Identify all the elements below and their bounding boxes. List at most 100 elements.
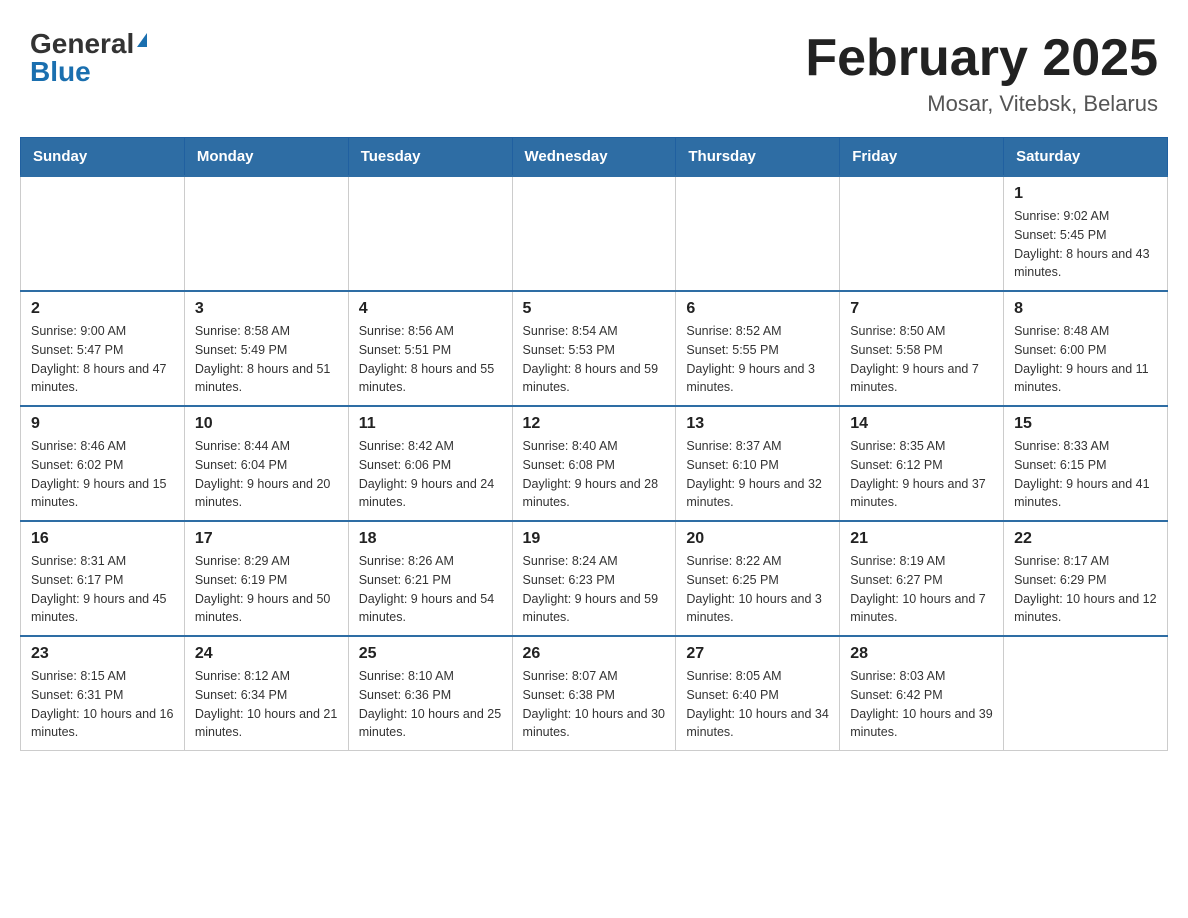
day-number: 2 — [31, 300, 174, 318]
day-number: 17 — [195, 530, 338, 548]
day-info: Sunrise: 8:35 AM Sunset: 6:12 PM Dayligh… — [850, 437, 993, 512]
day-number: 6 — [686, 300, 829, 318]
day-cell: 21 Sunrise: 8:19 AM Sunset: 6:27 PM Dayli… — [840, 521, 1004, 636]
day-cell: 14 Sunrise: 8:35 AM Sunset: 6:12 PM Dayli… — [840, 406, 1004, 521]
day-cell: 5 Sunrise: 8:54 AM Sunset: 5:53 PM Daylig… — [512, 291, 676, 406]
day-number: 5 — [523, 300, 666, 318]
day-cell — [1004, 636, 1168, 751]
day-cell: 3 Sunrise: 8:58 AM Sunset: 5:49 PM Daylig… — [184, 291, 348, 406]
day-info: Sunrise: 8:10 AM Sunset: 6:36 PM Dayligh… — [359, 667, 502, 742]
day-info: Sunrise: 8:22 AM Sunset: 6:25 PM Dayligh… — [686, 552, 829, 627]
day-number: 26 — [523, 645, 666, 663]
day-number: 18 — [359, 530, 502, 548]
day-cell: 19Sunrise: 8:24 AM Sunset: 6:23 PM Dayli… — [512, 521, 676, 636]
day-info: Sunrise: 8:29 AM Sunset: 6:19 PM Dayligh… — [195, 552, 338, 627]
week-row-2: 2 Sunrise: 9:00 AM Sunset: 5:47 PM Daylig… — [21, 291, 1168, 406]
calendar-header: SundayMondayTuesdayWednesdayThursdayFrid… — [21, 138, 1168, 177]
day-number: 21 — [850, 530, 993, 548]
day-info: Sunrise: 8:46 AM Sunset: 6:02 PM Dayligh… — [31, 437, 174, 512]
day-info: Sunrise: 8:19 AM Sunset: 6:27 PM Dayligh… — [850, 552, 993, 627]
day-info: Sunrise: 8:03 AM Sunset: 6:42 PM Dayligh… — [850, 667, 993, 742]
day-number: 7 — [850, 300, 993, 318]
day-number: 13 — [686, 415, 829, 433]
day-number: 14 — [850, 415, 993, 433]
day-number: 3 — [195, 300, 338, 318]
day-cell: 11 Sunrise: 8:42 AM Sunset: 6:06 PM Dayli… — [348, 406, 512, 521]
logo: General Blue — [30, 30, 147, 86]
header-day-saturday: Saturday — [1004, 138, 1168, 177]
logo-general-text: General — [30, 30, 134, 58]
day-cell: 18 Sunrise: 8:26 AM Sunset: 6:21 PM Dayli… — [348, 521, 512, 636]
day-cell: 26 Sunrise: 8:07 AM Sunset: 6:38 PM Dayli… — [512, 636, 676, 751]
day-info: Sunrise: 8:26 AM Sunset: 6:21 PM Dayligh… — [359, 552, 502, 627]
day-number: 1 — [1014, 185, 1157, 203]
calendar-table: SundayMondayTuesdayWednesdayThursdayFrid… — [20, 137, 1168, 751]
day-info: Sunrise: 8:07 AM Sunset: 6:38 PM Dayligh… — [523, 667, 666, 742]
day-number: 12 — [523, 415, 666, 433]
header-day-wednesday: Wednesday — [512, 138, 676, 177]
week-row-1: 1 Sunrise: 9:02 AM Sunset: 5:45 PM Daylig… — [21, 176, 1168, 291]
day-cell: 13 Sunrise: 8:37 AM Sunset: 6:10 PM Dayli… — [676, 406, 840, 521]
day-cell: 9 Sunrise: 8:46 AM Sunset: 6:02 PM Daylig… — [21, 406, 185, 521]
day-cell: 16Sunrise: 8:31 AM Sunset: 6:17 PM Dayli… — [21, 521, 185, 636]
day-cell: 23 Sunrise: 8:15 AM Sunset: 6:31 PM Dayli… — [21, 636, 185, 751]
day-info: Sunrise: 8:54 AM Sunset: 5:53 PM Dayligh… — [523, 322, 666, 397]
day-info: Sunrise: 8:05 AM Sunset: 6:40 PM Dayligh… — [686, 667, 829, 742]
day-number: 4 — [359, 300, 502, 318]
day-info: Sunrise: 8:12 AM Sunset: 6:34 PM Dayligh… — [195, 667, 338, 742]
calendar-subtitle: Mosar, Vitebsk, Belarus — [805, 91, 1158, 117]
day-info: Sunrise: 8:50 AM Sunset: 5:58 PM Dayligh… — [850, 322, 993, 397]
header-day-sunday: Sunday — [21, 138, 185, 177]
calendar-title: February 2025 — [805, 30, 1158, 87]
day-number: 24 — [195, 645, 338, 663]
day-cell — [676, 176, 840, 291]
day-cell: 20 Sunrise: 8:22 AM Sunset: 6:25 PM Dayli… — [676, 521, 840, 636]
day-number: 27 — [686, 645, 829, 663]
day-number: 20 — [686, 530, 829, 548]
day-info: Sunrise: 8:48 AM Sunset: 6:00 PM Dayligh… — [1014, 322, 1157, 397]
day-cell: 27 Sunrise: 8:05 AM Sunset: 6:40 PM Dayli… — [676, 636, 840, 751]
day-number: 19 — [523, 530, 666, 548]
day-info: Sunrise: 8:37 AM Sunset: 6:10 PM Dayligh… — [686, 437, 829, 512]
day-info: Sunrise: 9:00 AM Sunset: 5:47 PM Dayligh… — [31, 322, 174, 397]
day-number: 22 — [1014, 530, 1157, 548]
day-number: 9 — [31, 415, 174, 433]
day-cell: 24 Sunrise: 8:12 AM Sunset: 6:34 PM Dayli… — [184, 636, 348, 751]
day-cell: 17 Sunrise: 8:29 AM Sunset: 6:19 PM Dayli… — [184, 521, 348, 636]
day-info: Sunrise: 8:17 AM Sunset: 6:29 PM Dayligh… — [1014, 552, 1157, 627]
logo-triangle-icon — [137, 33, 147, 47]
day-cell: 28Sunrise: 8:03 AM Sunset: 6:42 PM Dayli… — [840, 636, 1004, 751]
day-number: 10 — [195, 415, 338, 433]
day-cell: 6Sunrise: 8:52 AM Sunset: 5:55 PM Daylig… — [676, 291, 840, 406]
day-info: Sunrise: 8:56 AM Sunset: 5:51 PM Dayligh… — [359, 322, 502, 397]
day-cell: 2 Sunrise: 9:00 AM Sunset: 5:47 PM Daylig… — [21, 291, 185, 406]
header-day-thursday: Thursday — [676, 138, 840, 177]
day-info: Sunrise: 8:31 AM Sunset: 6:17 PM Dayligh… — [31, 552, 174, 627]
day-info: Sunrise: 9:02 AM Sunset: 5:45 PM Dayligh… — [1014, 207, 1157, 282]
calendar-body: 1 Sunrise: 9:02 AM Sunset: 5:45 PM Daylig… — [21, 176, 1168, 751]
day-cell: 22 Sunrise: 8:17 AM Sunset: 6:29 PM Dayli… — [1004, 521, 1168, 636]
day-cell: 1 Sunrise: 9:02 AM Sunset: 5:45 PM Daylig… — [1004, 176, 1168, 291]
week-row-5: 23 Sunrise: 8:15 AM Sunset: 6:31 PM Dayli… — [21, 636, 1168, 751]
day-info: Sunrise: 8:33 AM Sunset: 6:15 PM Dayligh… — [1014, 437, 1157, 512]
day-cell: 10 Sunrise: 8:44 AM Sunset: 6:04 PM Dayli… — [184, 406, 348, 521]
day-cell — [348, 176, 512, 291]
day-info: Sunrise: 8:44 AM Sunset: 6:04 PM Dayligh… — [195, 437, 338, 512]
header-day-tuesday: Tuesday — [348, 138, 512, 177]
day-info: Sunrise: 8:15 AM Sunset: 6:31 PM Dayligh… — [31, 667, 174, 742]
day-number: 11 — [359, 415, 502, 433]
header-row: SundayMondayTuesdayWednesdayThursdayFrid… — [21, 138, 1168, 177]
day-cell: 7 Sunrise: 8:50 AM Sunset: 5:58 PM Daylig… — [840, 291, 1004, 406]
week-row-3: 9 Sunrise: 8:46 AM Sunset: 6:02 PM Daylig… — [21, 406, 1168, 521]
day-cell — [512, 176, 676, 291]
day-info: Sunrise: 8:58 AM Sunset: 5:49 PM Dayligh… — [195, 322, 338, 397]
header-day-monday: Monday — [184, 138, 348, 177]
day-cell: 15Sunrise: 8:33 AM Sunset: 6:15 PM Dayli… — [1004, 406, 1168, 521]
day-number: 23 — [31, 645, 174, 663]
day-number: 8 — [1014, 300, 1157, 318]
logo-blue-text: Blue — [30, 58, 91, 86]
day-number: 25 — [359, 645, 502, 663]
day-cell — [840, 176, 1004, 291]
week-row-4: 16Sunrise: 8:31 AM Sunset: 6:17 PM Dayli… — [21, 521, 1168, 636]
day-info: Sunrise: 8:42 AM Sunset: 6:06 PM Dayligh… — [359, 437, 502, 512]
